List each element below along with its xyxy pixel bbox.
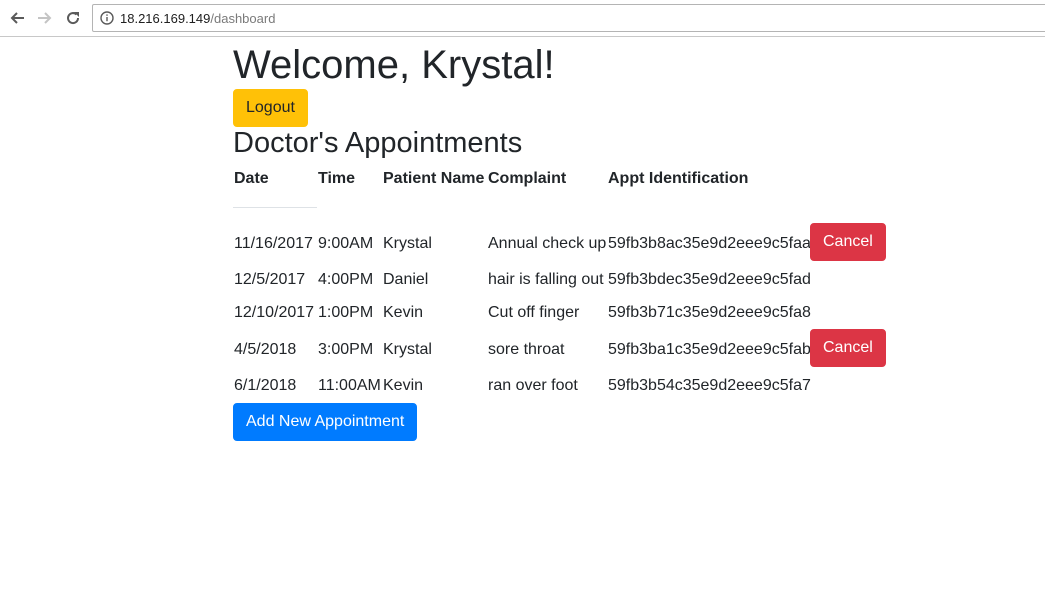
info-icon[interactable] bbox=[100, 11, 114, 25]
cell-time: 1:00PM bbox=[318, 304, 374, 321]
cell-date: 12/5/2017 bbox=[234, 271, 306, 288]
back-arrow-icon[interactable] bbox=[6, 7, 28, 29]
url-host: 18.216.169.149 bbox=[120, 11, 211, 26]
browser-toolbar: 18.216.169.149/dashboard bbox=[0, 0, 1045, 37]
cell-time: 4:00PM bbox=[318, 271, 374, 288]
address-bar[interactable]: 18.216.169.149/dashboard bbox=[92, 4, 1045, 32]
table-row: 6/1/2018 11:00AM Kevin ran over foot 59f… bbox=[233, 376, 933, 396]
cancel-appointment-button[interactable]: Cancel bbox=[810, 223, 886, 261]
cell-patient-name: Kevin bbox=[383, 377, 424, 394]
table-row: 4/5/2018 3:00PM Krystal sore throat 59fb… bbox=[233, 329, 933, 367]
cell-patient-name: Kevin bbox=[383, 304, 424, 321]
cell-complaint: Cut off finger bbox=[488, 304, 580, 321]
cell-time: 11:00AM bbox=[318, 377, 381, 394]
welcome-heading: Welcome, Krystal! bbox=[233, 43, 555, 87]
column-header-time: Time bbox=[318, 170, 356, 187]
table-row: 11/16/2017 9:00AM Krystal Annual check u… bbox=[233, 223, 933, 261]
add-new-appointment-button[interactable]: Add New Appointment bbox=[233, 403, 418, 441]
url-text: 18.216.169.149/dashboard bbox=[120, 11, 275, 27]
cell-appt-id: 59fb3b8ac35e9d2eee9c5faa bbox=[608, 235, 811, 252]
cell-date: 12/10/2017 bbox=[234, 304, 315, 321]
cell-patient-name: Krystal bbox=[383, 235, 432, 252]
url-path: /dashboard bbox=[210, 11, 276, 26]
cell-patient-name: Daniel bbox=[383, 271, 429, 288]
column-header-appt-identification: Appt Identification bbox=[608, 170, 749, 187]
table-row: 12/10/2017 1:00PM Kevin Cut off finger 5… bbox=[233, 303, 933, 323]
cell-appt-id: 59fb3ba1c35e9d2eee9c5fab bbox=[608, 341, 811, 358]
cell-complaint: hair is falling out bbox=[488, 271, 604, 288]
section-title: Doctor's Appointments bbox=[233, 127, 523, 159]
column-header-date: Date bbox=[234, 170, 269, 187]
table-row: 12/5/2017 4:00PM Daniel hair is falling … bbox=[233, 270, 933, 290]
cell-patient-name: Krystal bbox=[383, 341, 432, 358]
cancel-appointment-button[interactable]: Cancel bbox=[810, 329, 886, 367]
column-header-complaint: Complaint bbox=[488, 170, 567, 187]
cell-date: 6/1/2018 bbox=[234, 377, 297, 394]
column-header-patient-name: Patient Name bbox=[383, 170, 485, 187]
cell-complaint: sore throat bbox=[488, 341, 565, 358]
cell-time: 9:00AM bbox=[318, 235, 374, 252]
cell-date: 11/16/2017 bbox=[234, 235, 313, 252]
logout-button[interactable]: Logout bbox=[233, 89, 308, 127]
cell-appt-id: 59fb3bdec35e9d2eee9c5fad bbox=[608, 271, 811, 288]
cell-complaint: ran over foot bbox=[488, 377, 578, 394]
forward-arrow-icon[interactable] bbox=[34, 7, 56, 29]
cell-appt-id: 59fb3b71c35e9d2eee9c5fa8 bbox=[608, 304, 811, 321]
cell-appt-id: 59fb3b54c35e9d2eee9c5fa7 bbox=[608, 377, 811, 394]
reload-icon[interactable] bbox=[62, 7, 84, 29]
cell-time: 3:00PM bbox=[318, 341, 374, 358]
cell-complaint: Annual check up bbox=[488, 235, 607, 252]
cell-date: 4/5/2018 bbox=[234, 341, 297, 358]
header-divider bbox=[233, 207, 317, 208]
